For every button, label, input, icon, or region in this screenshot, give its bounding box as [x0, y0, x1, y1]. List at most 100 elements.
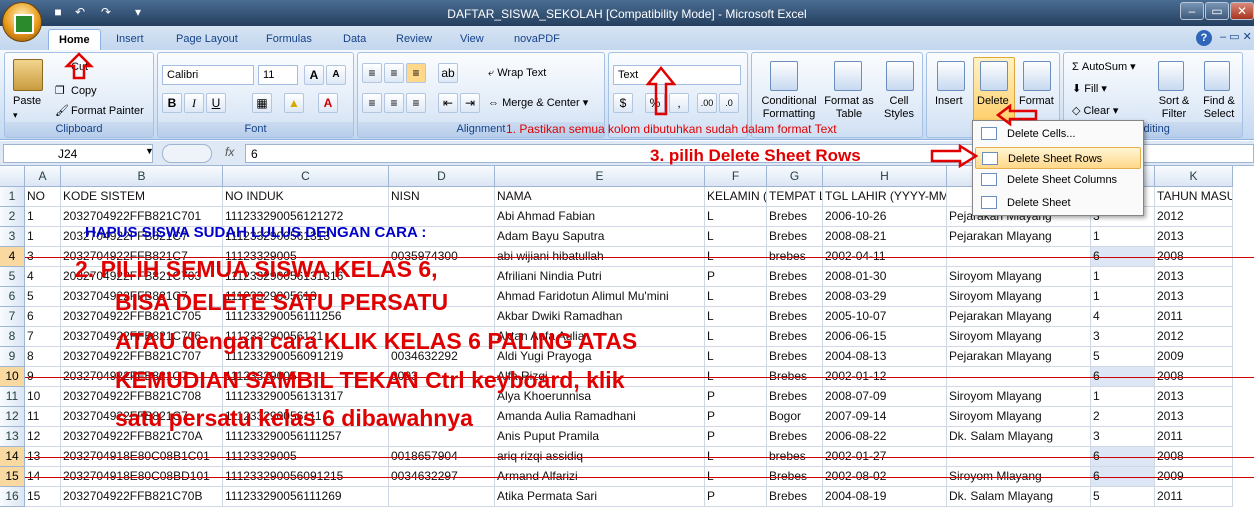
cell-k11[interactable]: 2013: [1155, 387, 1233, 407]
find-select-icon[interactable]: [1204, 61, 1230, 91]
cell-j12[interactable]: 2: [1091, 407, 1155, 427]
insert-button[interactable]: Insert: [935, 95, 963, 108]
name-box-dropdown-icon[interactable]: ▼: [145, 146, 154, 156]
cell-g12[interactable]: Bogor: [767, 407, 823, 427]
find-select-button[interactable]: Find & Select: [1198, 95, 1240, 121]
cell-i12[interactable]: Siroyom Mlayang: [947, 407, 1091, 427]
maximize-button[interactable]: ▭: [1205, 2, 1229, 20]
column-header-c[interactable]: C: [223, 166, 389, 187]
cell-f16[interactable]: P: [705, 487, 767, 507]
cell-a9[interactable]: 8: [25, 347, 61, 367]
menu-delete-sheet-rows[interactable]: Delete Sheet Rows: [975, 147, 1141, 169]
cell-g9[interactable]: Brebes: [767, 347, 823, 367]
cell-h16[interactable]: 2004-08-19: [823, 487, 947, 507]
clear-button[interactable]: ◇ Clear ▾: [1072, 105, 1118, 118]
cell-a11[interactable]: 10: [25, 387, 61, 407]
cell-a1[interactable]: NO: [25, 187, 61, 207]
conditional-formatting-button[interactable]: Conditional Formatting: [756, 95, 822, 121]
cell-k13[interactable]: 2011: [1155, 427, 1233, 447]
cell-i9[interactable]: Pejarakan Mlayang: [947, 347, 1091, 367]
cell-k12[interactable]: 2013: [1155, 407, 1233, 427]
tab-insert[interactable]: Insert: [106, 29, 154, 50]
cell-k9[interactable]: 2009: [1155, 347, 1233, 367]
cell-k1[interactable]: TAHUN MASUK: [1155, 187, 1233, 207]
cell-i13[interactable]: Dk. Salam Mlayang: [947, 427, 1091, 447]
align-top-icon[interactable]: ≡: [362, 63, 382, 83]
cell-h1[interactable]: TGL LAHIR (YYYY-MM-: [823, 187, 947, 207]
paste-button[interactable]: Paste: [13, 95, 41, 108]
close-button[interactable]: ✕: [1230, 2, 1254, 20]
row-header-4[interactable]: 4: [0, 247, 25, 267]
column-header-k[interactable]: K: [1155, 166, 1233, 187]
cell-e2[interactable]: Abi Ahmad Fabian: [495, 207, 705, 227]
cell-k7[interactable]: 2011: [1155, 307, 1233, 327]
cell-styles-icon[interactable]: [886, 61, 914, 91]
row-header-15[interactable]: 15: [0, 467, 25, 487]
cell-j6[interactable]: 1: [1091, 287, 1155, 307]
increase-indent-icon[interactable]: ⇥: [460, 93, 480, 113]
copy-icon[interactable]: ❐: [55, 85, 65, 98]
save-icon[interactable]: ■: [50, 5, 66, 20]
cell-f6[interactable]: L: [705, 287, 767, 307]
fill-button[interactable]: ⬇ Fill ▾: [1072, 83, 1107, 96]
cell-f7[interactable]: L: [705, 307, 767, 327]
row-header-9[interactable]: 9: [0, 347, 25, 367]
font-name-box[interactable]: Calibri: [162, 65, 254, 85]
cell-g8[interactable]: Brebes: [767, 327, 823, 347]
cell-h6[interactable]: 2008-03-29: [823, 287, 947, 307]
cell-g2[interactable]: Brebes: [767, 207, 823, 227]
cell-j7[interactable]: 4: [1091, 307, 1155, 327]
paste-dropdown-icon[interactable]: ▾: [13, 109, 18, 122]
bold-button[interactable]: B: [162, 93, 182, 113]
cell-a6[interactable]: 5: [25, 287, 61, 307]
cell-h2[interactable]: 2006-10-26: [823, 207, 947, 227]
insert-function-icon[interactable]: fx: [225, 145, 234, 159]
underline-button[interactable]: U: [206, 93, 226, 113]
tab-view[interactable]: View: [450, 29, 494, 50]
cell-f12[interactable]: P: [705, 407, 767, 427]
decrease-indent-icon[interactable]: ⇤: [438, 93, 458, 113]
cell-c16[interactable]: 111233290056111269: [223, 487, 389, 507]
cell-c1[interactable]: NO INDUK: [223, 187, 389, 207]
cell-e16[interactable]: Atika Permata Sari: [495, 487, 705, 507]
font-size-box[interactable]: 11: [258, 65, 298, 85]
column-header-h[interactable]: H: [823, 166, 947, 187]
cell-g1[interactable]: TEMPAT L: [767, 187, 823, 207]
tab-review[interactable]: Review: [386, 29, 442, 50]
column-header-f[interactable]: F: [705, 166, 767, 187]
customize-qat-icon[interactable]: ▾: [130, 5, 146, 20]
sort-filter-icon[interactable]: [1158, 61, 1184, 91]
cell-i5[interactable]: Siroyom Mlayang: [947, 267, 1091, 287]
increase-decimal-button[interactable]: .00: [697, 93, 717, 113]
tab-formulas[interactable]: Formulas: [256, 29, 322, 50]
tab-home[interactable]: Home: [48, 29, 101, 50]
format-as-table-icon[interactable]: [834, 61, 862, 91]
number-format-box[interactable]: Text: [613, 65, 741, 85]
cell-h9[interactable]: 2004-08-13: [823, 347, 947, 367]
cell-f9[interactable]: L: [705, 347, 767, 367]
column-header-a[interactable]: A: [25, 166, 61, 187]
sort-filter-button[interactable]: Sort & Filter: [1152, 95, 1196, 121]
cell-k3[interactable]: 2013: [1155, 227, 1233, 247]
cell-g7[interactable]: Brebes: [767, 307, 823, 327]
font-color-icon[interactable]: A: [318, 93, 338, 113]
menu-delete-sheet-columns[interactable]: Delete Sheet Columns: [975, 169, 1141, 191]
column-header-g[interactable]: G: [767, 166, 823, 187]
cell-f2[interactable]: L: [705, 207, 767, 227]
delete-cells-icon[interactable]: [980, 61, 1008, 91]
cell-b1[interactable]: KODE SISTEM: [61, 187, 223, 207]
cell-h12[interactable]: 2007-09-14: [823, 407, 947, 427]
cell-k6[interactable]: 2013: [1155, 287, 1233, 307]
merge-center-button[interactable]: ⇔ Merge & Center ▾: [488, 97, 588, 110]
cell-g6[interactable]: Brebes: [767, 287, 823, 307]
row-header-8[interactable]: 8: [0, 327, 25, 347]
tab-page-layout[interactable]: Page Layout: [166, 29, 248, 50]
cell-e6[interactable]: Ahmad Faridotun Alimul Mu'mini: [495, 287, 705, 307]
cell-i7[interactable]: Pejarakan Mlayang: [947, 307, 1091, 327]
row-header-3[interactable]: 3: [0, 227, 25, 247]
fill-color-icon[interactable]: ▲: [284, 93, 304, 113]
cell-k8[interactable]: 2012: [1155, 327, 1233, 347]
cell-e3[interactable]: Adam Bayu Saputra: [495, 227, 705, 247]
cell-j13[interactable]: 3: [1091, 427, 1155, 447]
format-painter-button[interactable]: Format Painter: [71, 105, 144, 118]
